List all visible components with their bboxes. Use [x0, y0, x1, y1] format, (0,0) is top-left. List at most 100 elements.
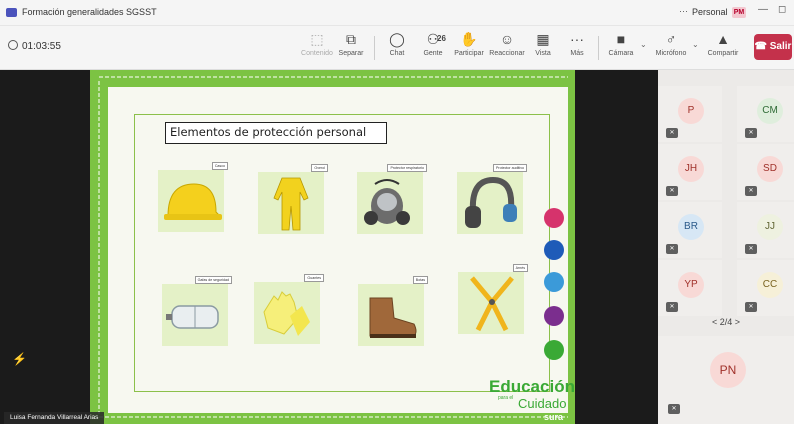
react-icon: ☺: [499, 31, 515, 47]
more-options-icon[interactable]: ···: [679, 6, 688, 16]
mic-muted-icon: ✕: [668, 404, 680, 414]
database-icon[interactable]: [544, 240, 564, 260]
camera-options-chevron-icon[interactable]: ⌄: [640, 40, 647, 49]
helmet-icon: [164, 183, 222, 220]
mic-muted-icon: ✕: [745, 186, 757, 196]
mic-options-chevron-icon[interactable]: ⌄: [692, 40, 699, 49]
toolbar-divider: [374, 36, 375, 60]
participant-tile[interactable]: JJ ✕: [737, 202, 794, 258]
avatar: BR: [678, 214, 704, 240]
slide-title: Elementos de protección personal: [165, 122, 387, 144]
view-button[interactable]: ▦ Vista: [524, 30, 562, 66]
teams-icon: [6, 8, 17, 17]
avatar: JH: [678, 156, 704, 182]
globe-icon[interactable]: [544, 272, 564, 292]
brand-educacion: Educación: [489, 377, 575, 396]
restore-icon[interactable]: ◻: [778, 4, 786, 15]
leave-label: Salir: [769, 41, 792, 52]
avatar: CM: [757, 98, 783, 124]
raise-hand-button[interactable]: ✋ Participar: [450, 30, 488, 66]
share-button[interactable]: ▲ Compartir: [704, 30, 742, 66]
profile-avatar[interactable]: PM: [732, 7, 746, 18]
epp-card-earmuffs: Protector auditivo: [457, 164, 527, 234]
epp-label: Casco: [211, 162, 228, 170]
epp-card-helmet: Casco: [158, 162, 228, 232]
avatar: P: [678, 98, 704, 124]
avatar: PN: [710, 352, 746, 388]
mic-muted-icon: ✕: [745, 128, 757, 138]
pop-out-button[interactable]: ⧉ Separar: [332, 30, 370, 66]
chat-icon: ◯: [389, 31, 405, 47]
mic-muted-icon: ✕: [745, 244, 757, 254]
clock-icon: [8, 40, 18, 50]
earmuffs-icon: [465, 176, 517, 228]
meeting-timer: 01:03:55: [22, 41, 61, 52]
slide-dot-border-bottom: [98, 416, 568, 418]
presenter-name-label: Luisa Fernanda Villarreal Arias: [4, 412, 105, 424]
epp-card-gloves: Guantes: [254, 274, 324, 344]
react-button[interactable]: ☺ Reaccionar: [488, 30, 526, 66]
epp-card-overall: Overol: [258, 164, 328, 234]
avatar: JJ: [757, 214, 783, 240]
slide-dot-border-top: [98, 76, 568, 78]
diamond-icon[interactable]: [544, 306, 564, 326]
people-button[interactable]: ⚇ 26 Gente: [414, 30, 452, 66]
participant-tile[interactable]: P ✕: [658, 86, 722, 142]
epp-label: Gafas de seguridad: [194, 276, 232, 284]
epp-label: Protector auditivo: [493, 164, 527, 172]
participant-tile[interactable]: YP ✕: [658, 260, 722, 316]
participant-tile[interactable]: SD ✕: [737, 144, 794, 200]
harness-icon: [470, 276, 514, 332]
content-button[interactable]: ⬚ Contenido: [298, 30, 336, 66]
leave-button[interactable]: ☎ Salir: [754, 34, 792, 60]
avatar: YP: [678, 272, 704, 298]
minimize-icon[interactable]: —: [758, 4, 768, 15]
toolbar-divider: [598, 36, 599, 60]
profile-label[interactable]: Personal: [692, 7, 728, 17]
participant-tile[interactable]: JH ✕: [658, 144, 722, 200]
view-icon: ▦: [536, 31, 550, 47]
meeting-toolbar: 01:03:55 ⬚ Contenido ⧉ Separar ◯ Chat ⚇ …: [0, 26, 794, 70]
teams-meeting-window: Formación generalidades SGSST ··· Person…: [0, 0, 794, 424]
brand-para-el: para el: [498, 395, 514, 401]
boots-icon: [369, 297, 417, 338]
respirator-icon: [364, 179, 410, 225]
participant-tile-pinned[interactable]: PN ✕: [658, 336, 794, 424]
brand-cuidado: Cuidado: [518, 396, 567, 411]
participant-tile[interactable]: CM ✕: [737, 86, 794, 142]
more-icon: ···: [570, 31, 584, 47]
chat-button[interactable]: ◯ Chat: [378, 30, 416, 66]
raise-hand-icon: ✋: [460, 31, 478, 47]
participant-count: 26: [437, 34, 446, 43]
presenter-name: Luisa Fernanda Villarreal Arias: [10, 414, 99, 421]
mic-off-icon: ♂: [665, 31, 677, 47]
mic-muted-icon: ✕: [666, 128, 678, 138]
participant-tile[interactable]: CC ✕: [737, 260, 794, 316]
mic-muted-icon: ✕: [666, 302, 678, 312]
slide-inner-frame: [134, 114, 550, 392]
share-icon: ▲: [716, 31, 730, 47]
overall-icon: [273, 177, 309, 231]
content-icon: ⬚: [310, 31, 324, 47]
more-button[interactable]: ··· Más: [558, 30, 596, 66]
mic-muted-icon: ✕: [666, 244, 678, 254]
epp-label: Overol: [311, 164, 328, 172]
gallery-pager[interactable]: < 2/4 >: [712, 317, 740, 327]
microphone-button[interactable]: ♂ Micrófono: [652, 30, 690, 66]
goggles-icon: [166, 305, 219, 329]
pop-out-icon: ⧉: [346, 31, 356, 47]
people-icon: ⚇: [426, 31, 440, 47]
participant-tile[interactable]: BR ✕: [658, 202, 722, 258]
mic-muted-icon: ✕: [666, 186, 678, 196]
phone-icon: ☎: [754, 41, 770, 52]
epp-label: Protector respiratorio: [387, 164, 427, 172]
camera-button[interactable]: ■ Cámara: [602, 30, 640, 66]
epp-label: Arnés: [512, 264, 528, 272]
sura-logo: sura: [544, 412, 564, 422]
leaf-icon[interactable]: [544, 340, 564, 360]
epp-label: Guantes: [304, 274, 324, 282]
gloves-icon: [263, 291, 310, 336]
heart-icon[interactable]: [544, 208, 564, 228]
mic-muted-icon: ✕: [745, 302, 757, 312]
camera-off-icon: ■: [616, 31, 626, 47]
